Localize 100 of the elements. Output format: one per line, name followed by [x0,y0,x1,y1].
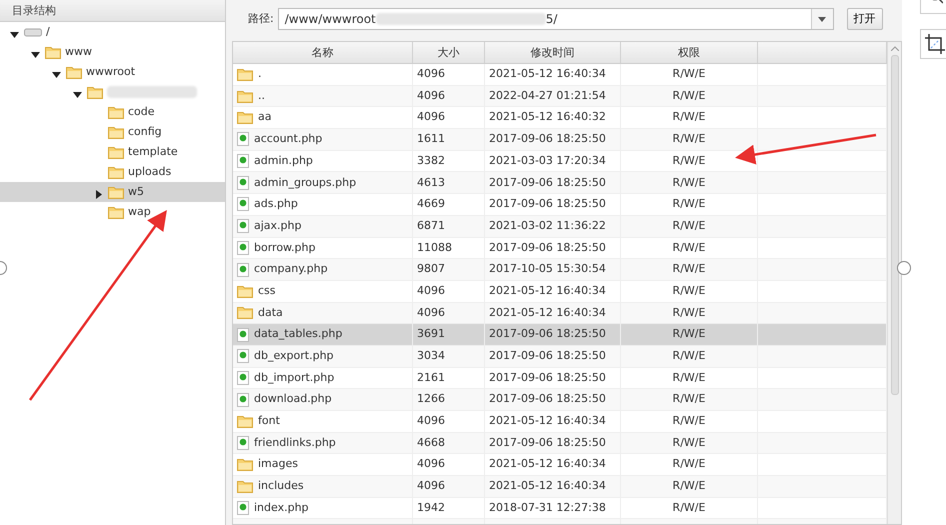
php-file-icon [237,392,249,407]
tree-label: wwwroot [86,64,136,80]
scroll-thumb[interactable] [890,55,898,395]
php-file-icon [237,328,249,342]
tree-item[interactable]: w5 [0,182,225,202]
modified-time: 2021-05-12 16:40:34 [489,456,606,472]
folder-icon [108,186,124,198]
file-row[interactable]: data_tables.php 3691 2017-09-06 18:25:50 R/W/E [233,324,887,346]
file-name: css [258,282,276,299]
file-name: data_tables.php [254,326,342,342]
modified-time: 2021-05-12 16:40:34 [489,66,606,82]
folder-icon [237,284,253,298]
folder-icon [66,66,82,78]
expanded-caret-icon[interactable] [73,90,82,100]
modified-time: 2021-05-12 16:40:34 [489,304,606,321]
php-file-icon [237,370,249,385]
file-name: company.php [254,261,328,278]
php-file-icon [237,501,249,516]
open-button[interactable]: 打开 [846,8,883,30]
file-row[interactable]: includes 4096 2021-05-12 16:40:34 R/W/E [233,476,887,498]
php-file-icon [237,240,249,255]
expanded-caret-icon[interactable] [31,50,40,60]
column-header[interactable]: 权限 [621,42,758,63]
tree-label: template [128,144,178,160]
file-name: admin_groups.php [254,174,356,191]
folder-icon [108,166,124,178]
folder-icon [237,458,253,472]
permission: R/W/E [672,500,706,516]
modified-time: 2017-10-05 15:30:54 [489,261,606,278]
file-row[interactable]: ajax.php 6871 2021-03-02 11:36:22 R/W/E [233,216,887,238]
file-name: db_export.php [254,348,334,364]
file-size: 4669 [417,196,445,212]
column-header[interactable]: 大小 [413,42,485,63]
modified-time: 2022-04-27 01:21:54 [489,88,606,104]
file-row[interactable]: account.php 1611 2017-09-06 18:25:50 R/W/E [233,129,887,151]
modified-time: 2017-09-06 18:25:50 [489,131,606,148]
file-row[interactable]: db_export.php 3034 2017-09-06 18:25:50 R/W/E [233,346,887,368]
tree-label: w5 [128,184,144,200]
file-row[interactable]: friendlinks.php 4668 2017-09-06 18:25:50 R/W/E [233,432,887,454]
folder-icon [87,86,103,98]
tree-label: wap [128,204,151,220]
tree-item[interactable]: config [0,122,225,142]
expanded-caret-icon[interactable] [10,30,19,40]
file-size: 9807 [417,261,445,278]
expanded-caret-icon[interactable] [52,70,61,80]
path-field[interactable]: /www/wwwroot 5/ [278,8,834,30]
php-file-icon [237,132,249,146]
tree-item[interactable]: wap [0,202,225,222]
modified-time: 2017-09-06 18:25:50 [489,174,606,191]
tree-item[interactable]: code [0,102,225,122]
tree-item[interactable]: wwwroot [0,62,225,82]
file-row[interactable]: data 4096 2021-05-12 16:40:34 R/W/E [233,302,887,324]
php-file-icon [237,349,249,364]
collapsed-caret-icon[interactable] [94,190,103,200]
modified-time: 2018-07-31 12:27:38 [489,500,606,516]
php-file-icon [237,197,249,212]
drive-icon [24,27,42,37]
tree-item[interactable]: template [0,142,225,162]
file-size: 1942 [417,500,445,516]
resize-handle[interactable] [897,261,911,275]
permission: R/W/E [672,304,706,321]
file-row[interactable]: admin_groups.php 4613 2017-09-06 18:25:50 R/W/E [233,172,887,194]
folder-icon [237,111,253,124]
file-size: 4096 [417,109,445,126]
file-name: account.php [254,131,322,148]
modified-time: 2017-09-06 18:25:50 [489,391,606,408]
panel-title: 目录结构 [0,0,225,22]
permission: R/W/E [672,326,706,342]
folder-icon [108,106,124,118]
modified-time: 2021-05-12 16:40:34 [489,282,606,299]
file-name: borrow.php [254,240,316,256]
permission: R/W/E [672,88,706,104]
column-header[interactable]: 名称 [233,42,413,63]
file-size: 3034 [417,348,445,364]
file-size: 1611 [417,131,445,148]
file-size: 4613 [417,174,445,191]
scrollbar[interactable] [887,42,901,524]
file-row[interactable]: .. 4096 2022-04-27 01:21:54 R/W/E [233,86,887,108]
permission: R/W/E [672,66,706,82]
permission: R/W/E [672,218,706,234]
column-header[interactable]: 修改时间 [485,42,621,63]
modified-time: 2017-09-06 18:25:50 [489,240,606,256]
tree-item[interactable]: / [0,22,225,42]
file-row[interactable]: download.php 1266 2017-09-06 18:25:50 R/W/E [233,389,887,411]
tree-label: uploads [128,164,172,180]
file-row[interactable]: company.php 9807 2017-10-05 15:30:54 R/W/E [233,259,887,281]
folder-icon [108,146,124,158]
file-size: 4096 [417,456,445,472]
scroll-up-icon [890,46,898,51]
crop-icon[interactable] [925,34,945,54]
permission: R/W/E [672,152,706,169]
tree-item[interactable]: www [0,42,225,62]
modified-time: 2021-05-12 16:40:34 [489,413,606,430]
file-size: 11088 [417,240,452,256]
file-name: images [258,456,298,472]
tree-label: code [128,104,155,120]
file-name: friendlinks.php [254,434,336,451]
permission: R/W/E [672,196,706,212]
file-size: 4668 [417,434,445,451]
tree-item[interactable]: uploads [0,162,225,182]
